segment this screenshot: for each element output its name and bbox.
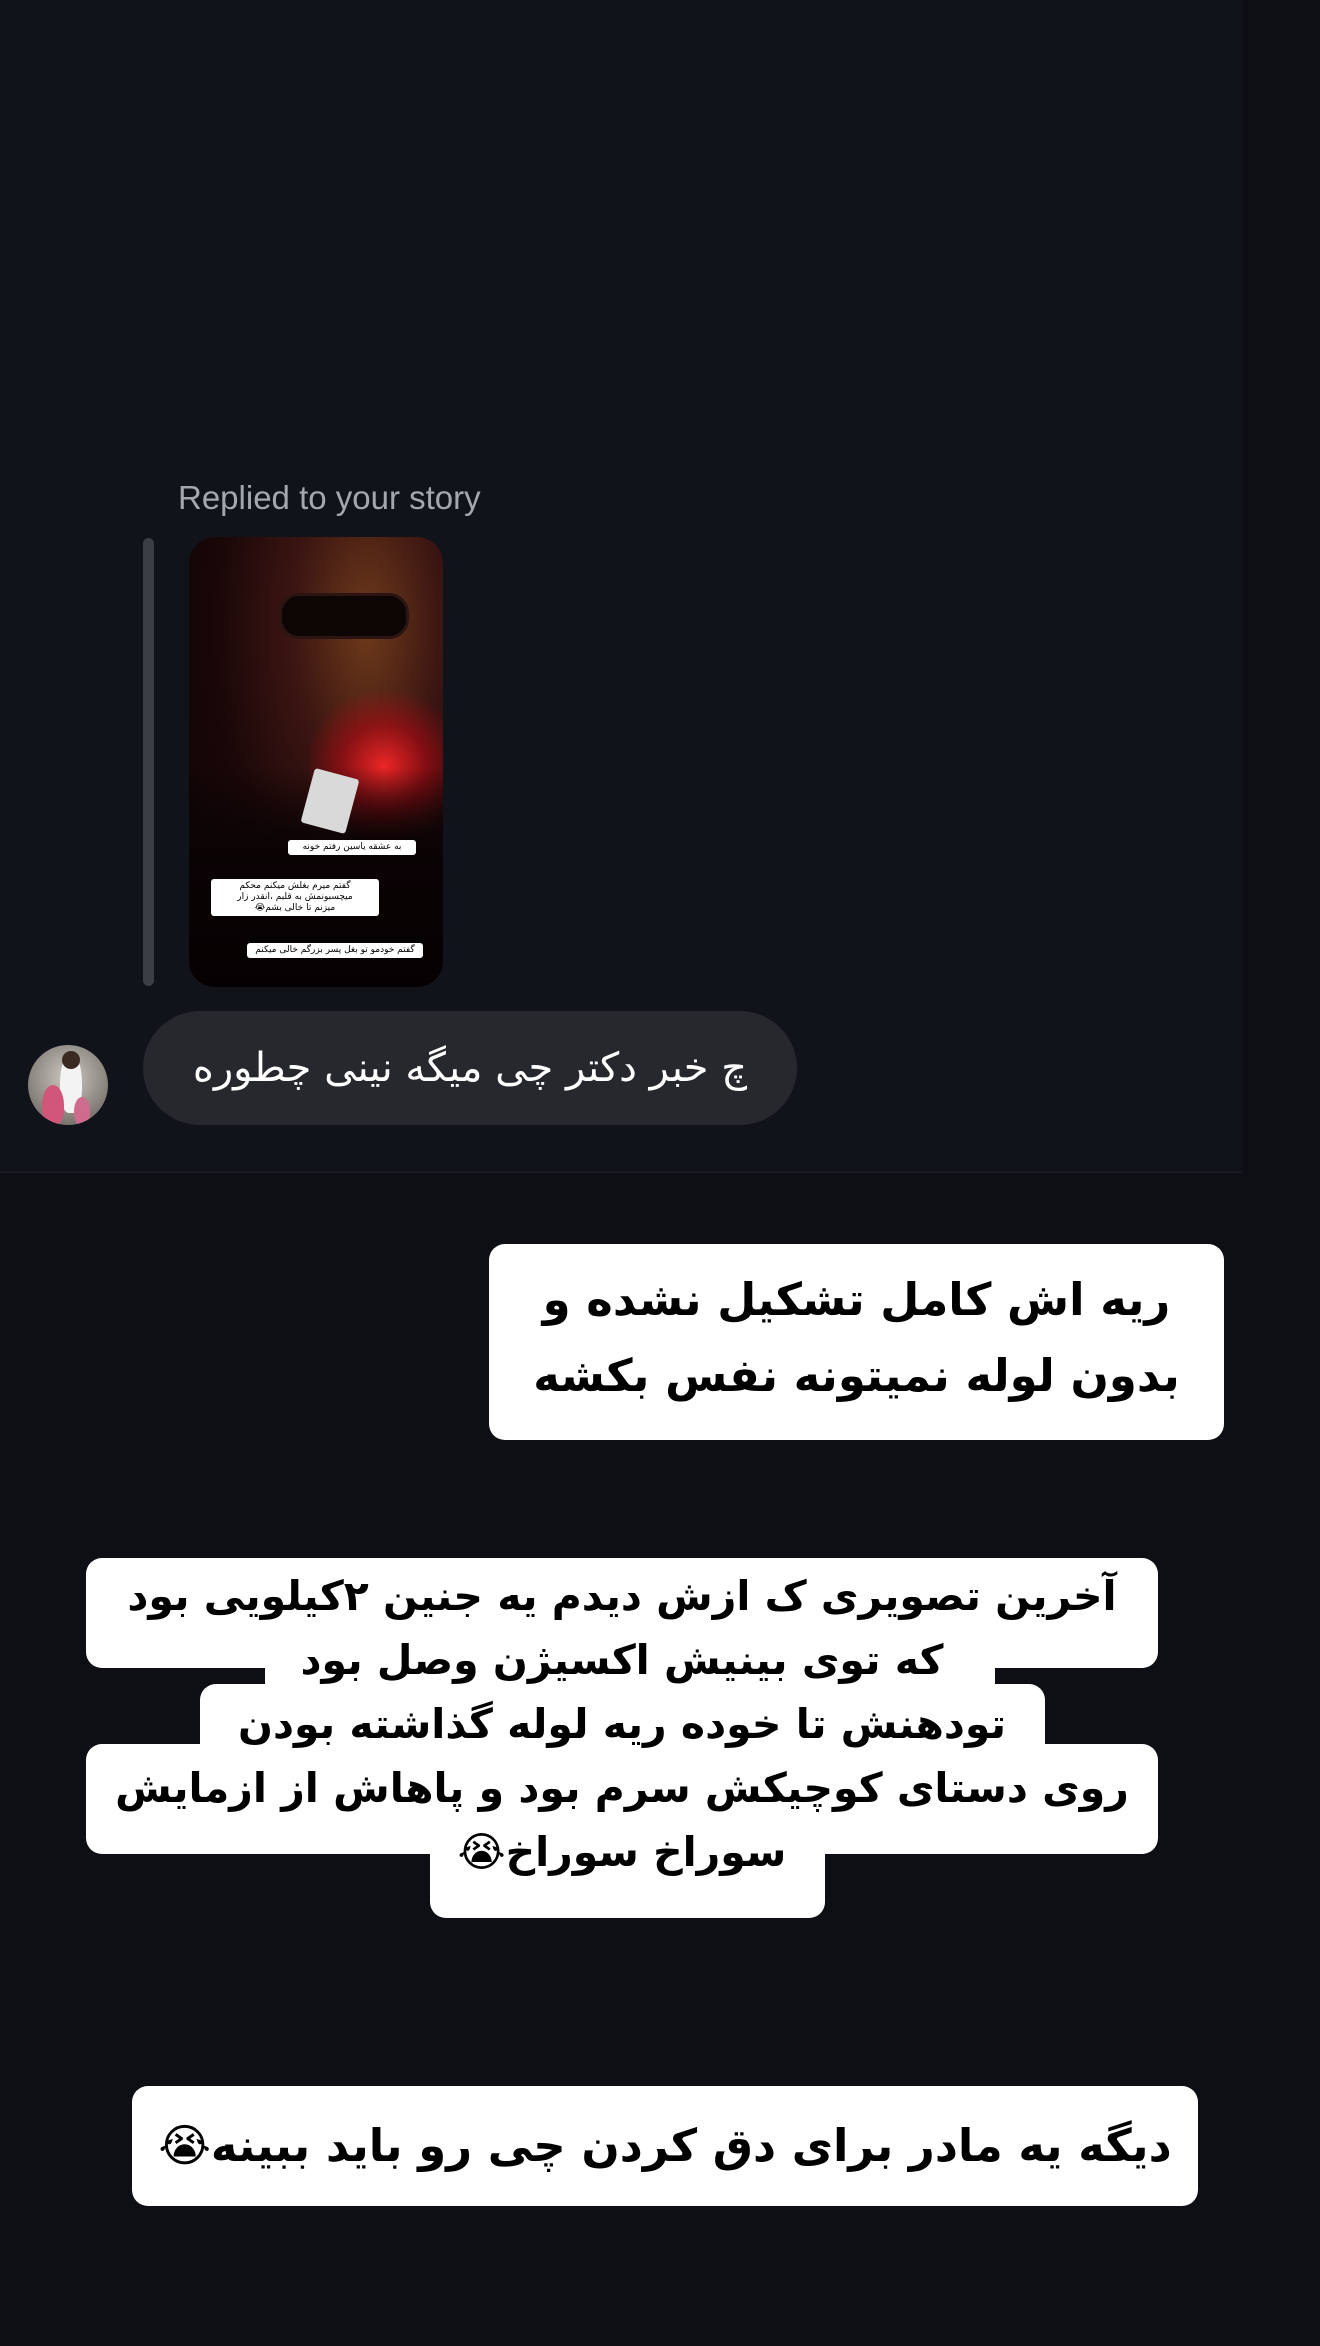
caption-2: آخرین تصویری ک ازش دیدم یه جنین ۲کیلویی … [86, 1564, 1158, 1884]
caption-1-line: بدون لوله نمیتونه نفس بکشه [533, 1349, 1180, 1402]
replied-to-story-label: Replied to your story [178, 479, 481, 516]
caption-1: ریه اش کامل تشکیل نشده و بدون لوله نمیتو… [489, 1262, 1224, 1414]
incoming-message-text: چ خبر دکتر چی میگه نینی چطوره [192, 1045, 748, 1091]
story-caption: گفتم خودمو تو بغل پسر بزرگم خالی میکنم [247, 943, 423, 958]
story-thumbnail[interactable]: به عشقه یاسین رفتم خونه گفتم میرم بغلش م… [189, 537, 443, 987]
caption-2-line: تودهنش تا خوده ریه لوله گذاشته بودن [237, 1700, 1007, 1748]
caption-3: دیگه یه مادر برای دق کردن چی رو باید ببی… [158, 2119, 1172, 2172]
avatar-figure [74, 1097, 90, 1125]
caption-2-line: که توی بینیش اکسیژن وصل بود [300, 1636, 944, 1684]
caption-1-line: ریه اش کامل تشکیل نشده و [542, 1273, 1171, 1326]
avatar-figure-head [62, 1051, 80, 1069]
caption-2-line: آخرین تصویری ک ازش دیدم یه جنین ۲کیلویی … [127, 1572, 1117, 1620]
chat-divider [0, 1172, 1242, 1173]
story-caption: به عشقه یاسین رفتم خونه [288, 840, 416, 855]
incoming-message-bubble[interactable]: چ خبر دکتر چی میگه نینی چطوره [143, 1011, 797, 1125]
sender-avatar[interactable] [28, 1045, 108, 1125]
story-caption: گفتم میرم بغلش میکنم محکم میچسبونمش به ق… [211, 879, 379, 916]
avatar-figure [42, 1085, 64, 1125]
reply-quote-bar [143, 538, 154, 986]
caption-2-line: سوراخ سوراخ😭 [457, 1828, 787, 1876]
caption-2-line: روی دستای کوچیکش سرم بود و پاهاش از ازما… [115, 1764, 1129, 1812]
chat-thread [0, 0, 1242, 1172]
story-mirror-shape [279, 593, 409, 639]
